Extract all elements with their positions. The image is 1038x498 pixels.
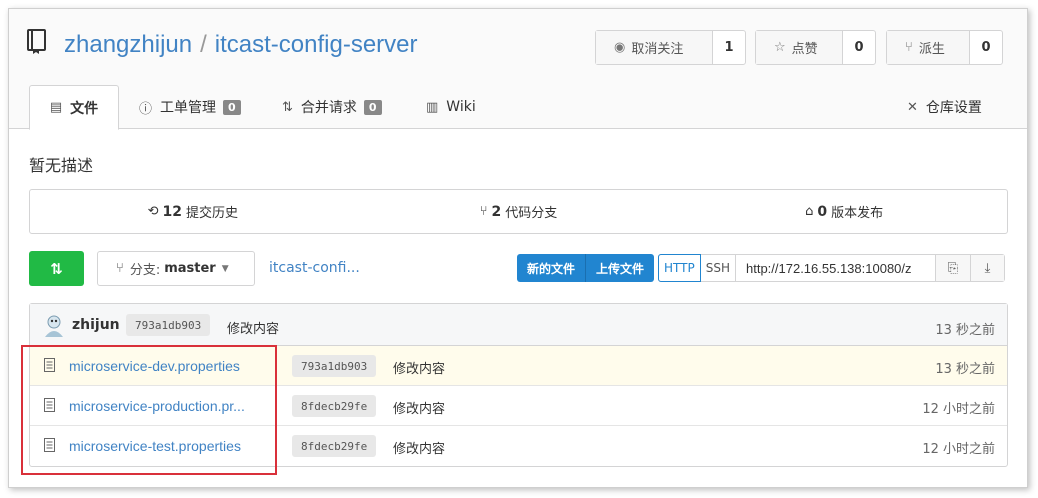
tab-settings-label: 仓库设置: [925, 100, 982, 116]
compare-button[interactable]: ⇅: [29, 251, 84, 286]
file-text-icon: ▤: [49, 100, 63, 115]
branch-icon: ⑂: [479, 204, 488, 219]
tab-settings[interactable]: ✕ 仓库设置: [907, 85, 982, 129]
repo-owner-link[interactable]: zhangzhijun: [64, 31, 192, 58]
repo-title: zhangzhijun / itcast-config-server: [64, 31, 418, 59]
eye-icon: ◉: [614, 40, 626, 55]
commits-stat[interactable]: ⟲ 12 提交历史: [30, 190, 356, 233]
branch-name: master: [164, 261, 216, 276]
commit-author[interactable]: zhijun: [72, 317, 120, 333]
repo-name-link[interactable]: itcast-config-server: [215, 31, 418, 58]
tab-wiki-label: Wiki: [446, 99, 476, 115]
file-commit-sha[interactable]: 8fdecb29fe: [292, 395, 377, 417]
file-commit-sha[interactable]: 8fdecb29fe: [292, 435, 377, 457]
pull-requests-count-badge: 0: [363, 99, 382, 115]
clone-url-group: HTTP SSH http://172.16.55.138:10080/z ⎘ …: [658, 254, 1005, 282]
star-icon: ☆: [774, 40, 786, 55]
upload-file-button[interactable]: 上传文件: [585, 254, 654, 282]
ssh-toggle[interactable]: SSH: [701, 255, 736, 281]
tab-wiki[interactable]: ▥ Wiki: [426, 85, 476, 129]
branch-selector-icon: ⑂: [116, 261, 124, 276]
breadcrumb[interactable]: itcast-confi...: [269, 260, 360, 276]
tab-pull-requests[interactable]: ⇅ 合并请求 0: [282, 85, 382, 129]
file-commit-message: 修改内容: [393, 402, 446, 417]
branches-stat[interactable]: ⑂ 2 代码分支: [356, 190, 682, 233]
book-open-icon: ▥: [426, 99, 439, 115]
latest-commit-row: zhijun 793a1db903 修改内容 13 秒之前: [30, 304, 1007, 346]
watch-button[interactable]: ◉ 取消关注 1: [595, 30, 746, 65]
commits-label: 提交历史: [186, 206, 239, 221]
tab-files[interactable]: ▤ 文件: [29, 85, 119, 130]
star-label: 点赞: [791, 42, 818, 57]
star-count[interactable]: 0: [843, 31, 875, 64]
releases-label: 版本发布: [831, 206, 884, 221]
file-commit-sha[interactable]: 793a1db903: [292, 355, 377, 377]
avatar: [45, 315, 63, 337]
watch-label-area[interactable]: ◉ 取消关注: [596, 31, 713, 64]
file-commit-message: 修改内容: [393, 442, 446, 457]
download-button[interactable]: ⤓: [969, 255, 1004, 281]
download-icon: ⤓: [984, 260, 991, 276]
repo-book-icon: [27, 29, 46, 54]
watch-count[interactable]: 1: [713, 31, 745, 64]
info-circle-icon: ⓘ: [139, 101, 153, 117]
http-toggle[interactable]: HTTP: [658, 254, 701, 282]
repo-stats-bar: ⟲ 12 提交历史 ⑂ 2 代码分支 ⌂ 0 版本发布: [29, 189, 1008, 234]
issues-count-badge: 0: [223, 99, 241, 115]
tab-files-label: 文件: [70, 100, 99, 117]
commit-age: 13 秒之前: [935, 323, 995, 338]
branches-count: 2: [491, 203, 502, 220]
fork-label: 派生: [918, 42, 945, 57]
repo-title-separator: /: [200, 31, 207, 58]
caret-down-icon: ▼: [221, 263, 229, 274]
clipboard-icon: ⎘: [947, 260, 959, 276]
branches-label: 代码分支: [505, 206, 558, 221]
releases-stat[interactable]: ⌂ 0 版本发布: [681, 190, 1007, 233]
tab-issues-label: 工单管理: [160, 100, 217, 116]
fork-icon: ⑂: [905, 40, 913, 55]
releases-count: 0: [817, 203, 828, 220]
file-actions-group: 新的文件 上传文件: [517, 254, 655, 282]
wrench-icon: ✕: [907, 99, 918, 115]
commit-message: 修改内容: [227, 322, 280, 337]
repo-description: 暂无描述: [29, 156, 94, 175]
browser-frame: zhangzhijun / itcast-config-server ◉ 取消关注 …: [8, 8, 1028, 488]
branch-selector[interactable]: ⑂ 分支: master ▼: [97, 251, 255, 286]
compare-icon: ⇅: [50, 259, 63, 278]
branch-prefix: 分支:: [129, 263, 161, 278]
fork-button[interactable]: ⑂ 派生 0: [886, 30, 1003, 65]
pull-request-icon: ⇅: [282, 99, 293, 115]
copy-url-button[interactable]: ⎘: [935, 255, 970, 281]
commit-sha[interactable]: 793a1db903: [126, 314, 211, 336]
repo-tabs: ▤ 文件 ⓘ 工单管理 0 ⇅ 合并请求 0 ▥ Wiki ✕ 仓库设置: [9, 85, 1027, 130]
tag-icon: ⌂: [805, 204, 814, 219]
file-commit-age: 12 小时之前: [922, 402, 995, 417]
file-commit-message: 修改内容: [393, 362, 446, 377]
clone-url-input[interactable]: http://172.16.55.138:10080/z: [736, 255, 936, 281]
history-icon: ⟲: [147, 204, 159, 219]
annotation-highlight-box: [21, 345, 277, 475]
file-commit-age: 12 小时之前: [922, 442, 995, 457]
fork-label-area[interactable]: ⑂ 派生: [887, 31, 970, 64]
commits-count: 12: [162, 203, 183, 220]
tab-issues[interactable]: ⓘ 工单管理 0: [139, 85, 241, 129]
tab-pull-requests-label: 合并请求: [300, 100, 357, 116]
new-file-button[interactable]: 新的文件: [517, 254, 585, 282]
star-label-area[interactable]: ☆ 点赞: [756, 31, 843, 64]
star-button[interactable]: ☆ 点赞 0: [755, 30, 876, 65]
repo-header: zhangzhijun / itcast-config-server ◉ 取消关注 …: [9, 9, 1027, 89]
watch-label: 取消关注: [631, 42, 684, 57]
fork-count[interactable]: 0: [970, 31, 1002, 64]
file-commit-age: 13 秒之前: [935, 362, 995, 377]
